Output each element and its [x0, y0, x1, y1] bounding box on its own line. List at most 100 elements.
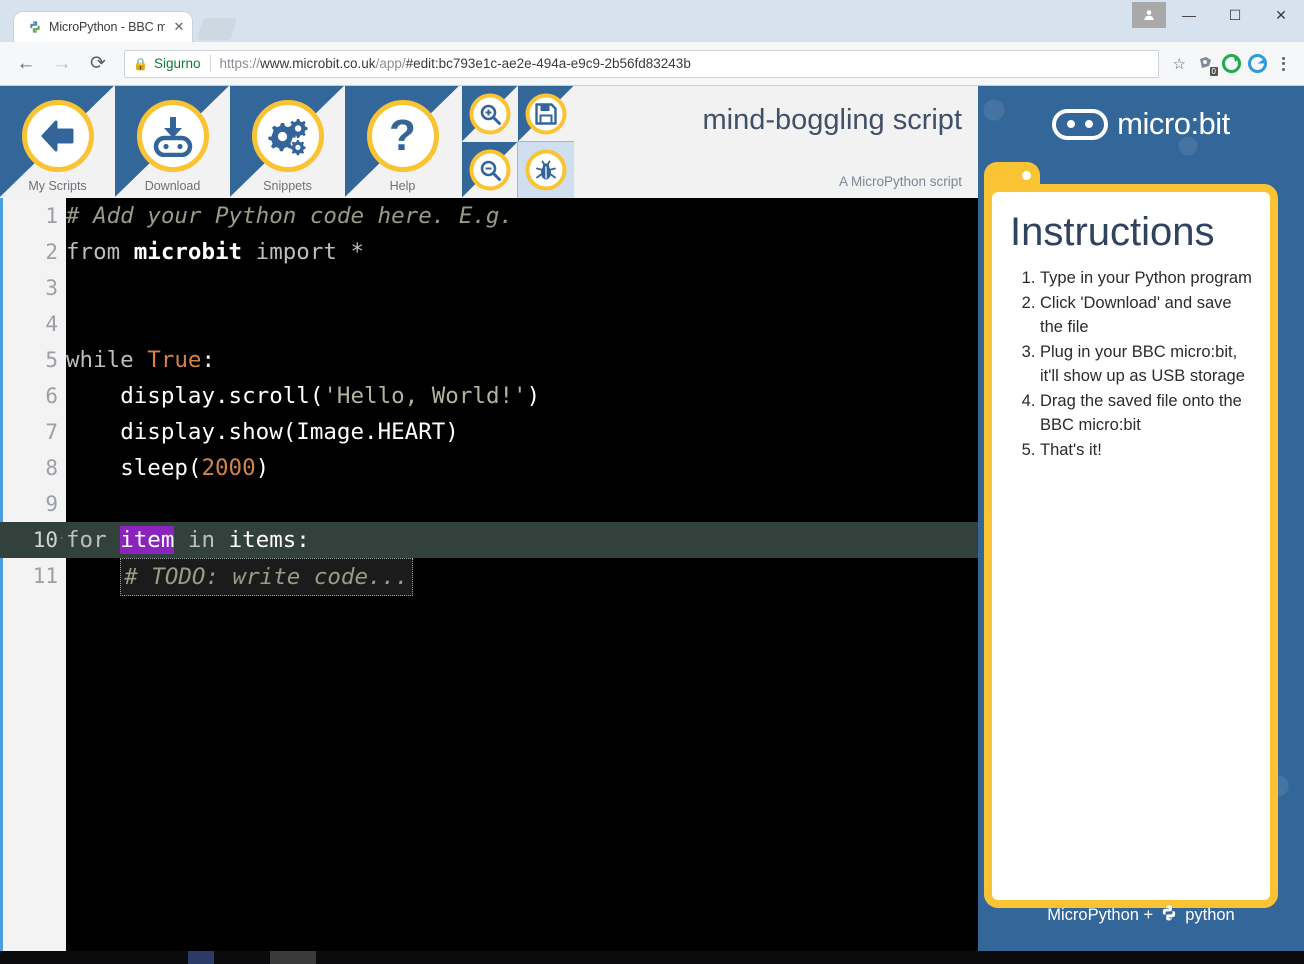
close-window-button[interactable]: ✕ — [1258, 0, 1304, 30]
code-fold-marker[interactable]: · — [59, 535, 64, 544]
magnifier-minus-icon — [469, 149, 511, 191]
list-item: That's it! — [1040, 438, 1252, 462]
snake-eye — [1022, 171, 1031, 180]
footer-suffix: python — [1185, 906, 1235, 924]
code-selected-token[interactable]: item — [120, 526, 175, 554]
logo-eye-right — [1085, 120, 1094, 128]
blue-circle-extension-icon[interactable] — [1244, 50, 1270, 78]
code-keyword-import: import — [242, 239, 351, 265]
browser-tab[interactable]: MicroPython - BBC micro ✕ — [14, 12, 192, 42]
code-editor[interactable]: 1 2 3 4 5 6 7 8 9 10 · 11 # Add your Pyt… — [0, 198, 978, 951]
mini-button-grid — [462, 86, 575, 198]
code-paren: ) — [255, 455, 270, 481]
browser-tab-bar: MicroPython - BBC micro ✕ — ☐ ✕ — [0, 0, 1304, 42]
instructions-panel: micro:bit Instructions Type in your Pyth… — [978, 86, 1304, 951]
new-tab-icon[interactable] — [196, 18, 238, 40]
code-call-show: display.show(Image.HEART) — [120, 419, 459, 445]
code-keyword-in: in — [174, 527, 229, 553]
url-scheme: https:// — [219, 56, 261, 71]
reload-button[interactable]: ⟳ — [80, 46, 116, 82]
snippets-button[interactable]: Snippets — [230, 86, 345, 198]
bookmark-star-icon[interactable]: ☆ — [1167, 55, 1192, 73]
download-button[interactable]: Download — [115, 86, 230, 198]
instructions-title: Instructions — [1010, 210, 1215, 254]
magnifier-plus-icon — [469, 93, 511, 135]
my-scripts-button[interactable]: My Scripts — [0, 86, 115, 198]
url-path: /app/ — [375, 56, 406, 71]
line-number: 5 — [45, 348, 58, 372]
list-item: Plug in your BBC micro:bit, it'll show u… — [1040, 340, 1252, 388]
python-favicon — [28, 20, 42, 34]
code-call-scroll: display.scroll( — [120, 383, 324, 409]
minimize-button[interactable]: — — [1166, 0, 1212, 30]
back-button[interactable]: ← — [8, 46, 44, 82]
instructions-list: Type in your Python program Click 'Downl… — [1010, 266, 1252, 462]
code-keyword-while: while — [66, 347, 148, 373]
url-fragment: #edit:bc793e1c-ae2e-494a-e9c9-2b56fd8324… — [405, 56, 691, 71]
code-string: 'Hello, World!' — [323, 383, 527, 409]
browser-tab-title: MicroPython - BBC micro — [49, 20, 165, 34]
line-number: 3 — [45, 276, 58, 300]
code-call-sleep: sleep( — [120, 455, 202, 481]
toolbar-label: Snippets — [263, 179, 312, 193]
adblock-extension-icon[interactable]: 0 — [1192, 50, 1218, 78]
list-item: Click 'Download' and save the file — [1040, 291, 1252, 339]
code-module-name: microbit — [133, 239, 243, 265]
os-taskbar — [0, 951, 1304, 964]
close-icon[interactable]: ✕ — [172, 19, 186, 35]
toolbar-label: Help — [389, 179, 416, 193]
save-button[interactable] — [518, 86, 574, 142]
line-number: 11 — [32, 564, 58, 588]
page-title: mind-boggling script — [702, 104, 962, 136]
url-host: www.microbit.co.uk — [260, 56, 376, 71]
microbit-face-icon — [1052, 108, 1109, 140]
address-bar-url: https://www.microbit.co.uk/app/#edit:bc7… — [220, 56, 691, 71]
green-circle-extension-icon[interactable] — [1218, 50, 1244, 78]
back-arrow-icon — [21, 100, 94, 172]
panel-footer: MicroPython + python — [978, 904, 1304, 927]
snippet-placeholder-todo[interactable]: # TODO: write code... — [120, 558, 413, 596]
code-line-7: display.show(Image.HEART) — [66, 414, 978, 450]
download-microbit-icon — [136, 100, 209, 172]
bug-icon — [525, 149, 567, 191]
kebab-menu-icon[interactable] — [1270, 56, 1296, 71]
instructions-card: Instructions Type in your Python program… — [984, 184, 1278, 908]
extension-badge-count: 0 — [1209, 66, 1218, 76]
forward-button[interactable]: → — [44, 46, 80, 82]
browser-toolbar: ← → ⟳ 🔒 Sigurno https://www.microbit.co.… — [0, 42, 1304, 86]
line-number: 8 — [45, 456, 58, 480]
code-colon: : — [201, 347, 216, 373]
address-bar[interactable]: 🔒 Sigurno https://www.microbit.co.uk/app… — [124, 49, 1159, 78]
taskbar-item[interactable] — [188, 951, 214, 964]
logo-eye-left — [1067, 120, 1076, 128]
line-number: 7 — [45, 420, 58, 444]
microbit-logo-text: micro:bit — [1117, 106, 1230, 141]
tab-strip: MicroPython - BBC micro ✕ — [14, 12, 238, 42]
maximize-button[interactable]: ☐ — [1212, 0, 1258, 30]
line-number: 6 — [45, 384, 58, 408]
line-number-active: 10 · — [0, 522, 66, 558]
taskbar-item[interactable] — [270, 951, 316, 964]
script-title-area: mind-boggling script A MicroPython scrip… — [574, 86, 978, 198]
list-item: Type in your Python program — [1040, 266, 1252, 290]
code-identifier-items: items: — [228, 527, 310, 553]
code-content[interactable]: # Add your Python code here. E.g. from m… — [66, 198, 978, 951]
window-controls: — ☐ ✕ — [1132, 0, 1304, 42]
line-number: 1 — [45, 204, 58, 228]
list-item: Drag the saved file onto the BBC micro:b… — [1040, 389, 1252, 437]
zoom-out-button[interactable] — [462, 142, 518, 198]
toolbar-label: Download — [144, 179, 201, 193]
lock-icon: 🔒 — [133, 56, 148, 71]
security-label: Sigurno — [153, 56, 201, 71]
line-number-gutter: 1 2 3 4 5 6 7 8 9 10 · 11 — [0, 198, 66, 951]
zoom-in-button[interactable] — [462, 86, 518, 142]
debug-button[interactable] — [517, 141, 575, 198]
line-number-value: 10 — [32, 528, 58, 552]
code-keyword-from: from — [66, 239, 134, 265]
help-button[interactable]: ? Help — [345, 86, 460, 198]
profile-icon[interactable] — [1132, 2, 1166, 28]
